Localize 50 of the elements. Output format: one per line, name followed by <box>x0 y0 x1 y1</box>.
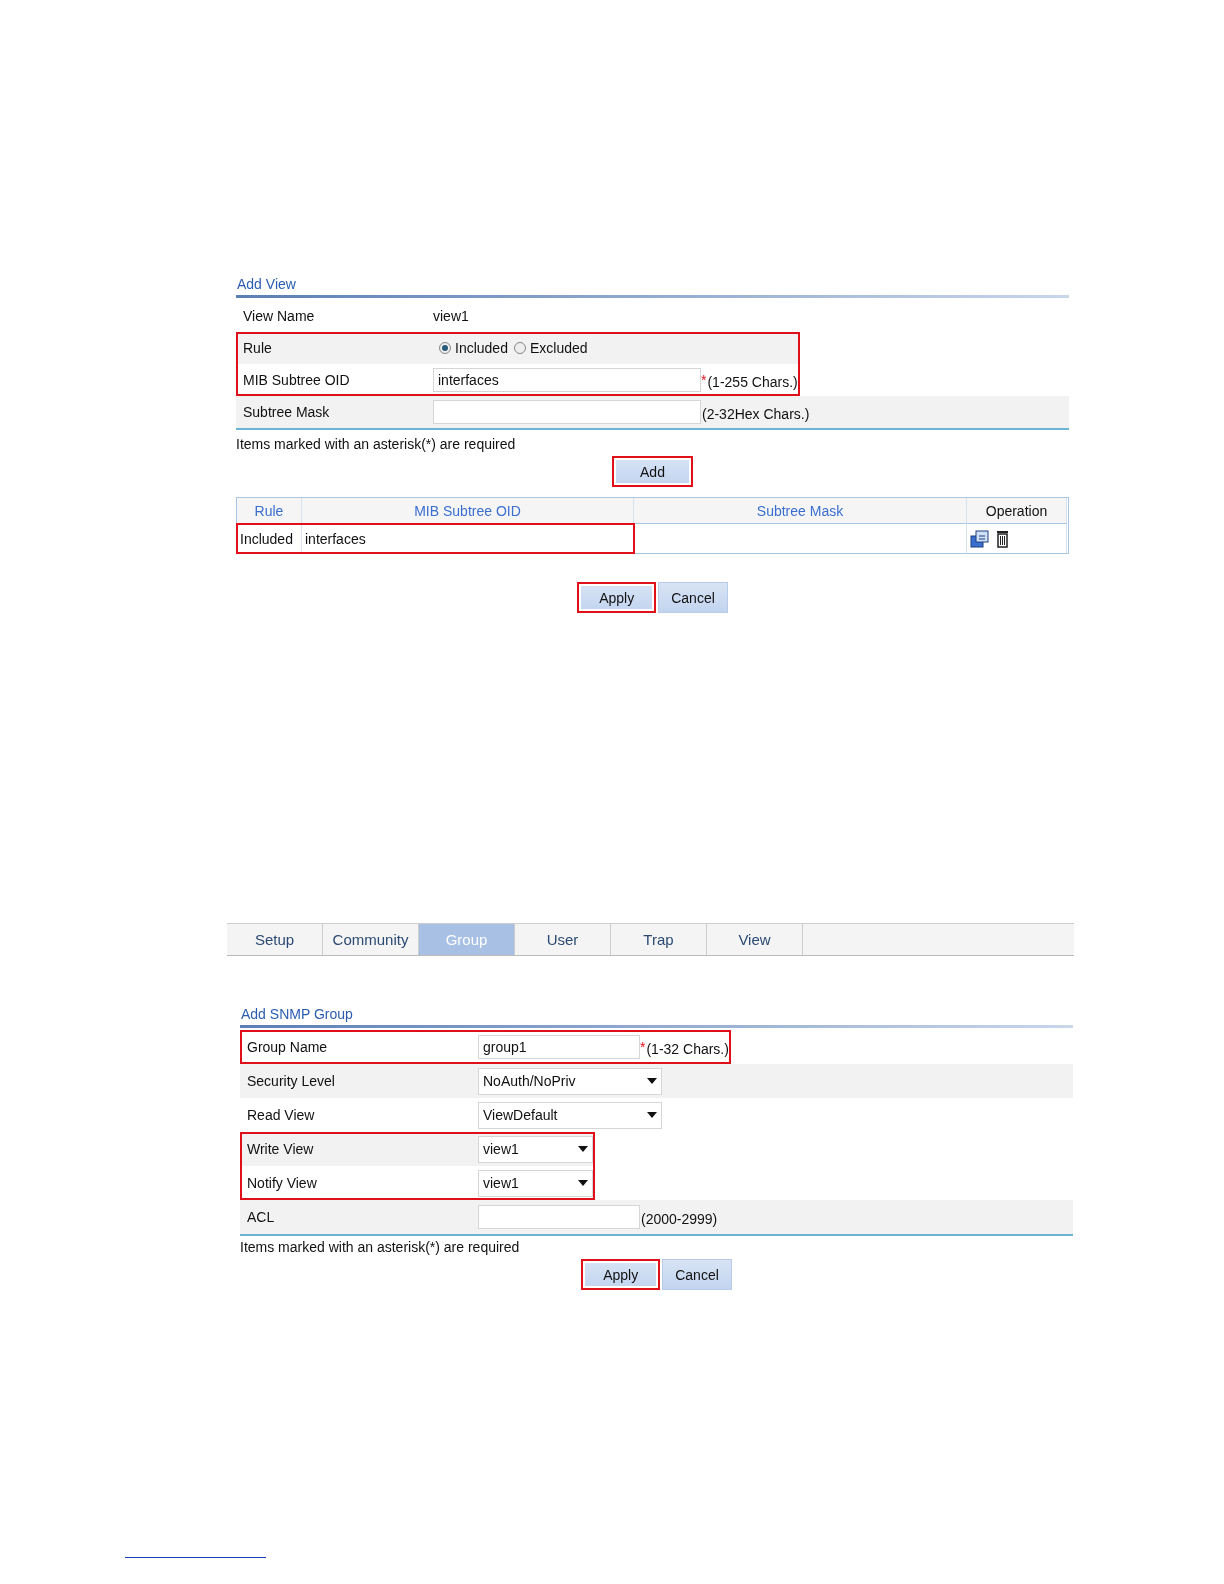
field-label: Notify View <box>246 1175 318 1191</box>
column-header: Operation <box>967 498 1067 524</box>
field-label: ACL <box>246 1209 276 1225</box>
field-hint: (1-32 Chars.) <box>646 1041 729 1057</box>
column-header[interactable]: MIB Subtree OID <box>302 498 634 524</box>
field-hint: (2000-2999) <box>641 1211 718 1227</box>
dropdown-caret-icon <box>647 1078 657 1084</box>
field-label: Security Level <box>246 1073 336 1089</box>
required-note: Items marked with an asterisk(*) are required <box>236 435 517 452</box>
field-label: MIB Subtree OID <box>242 372 351 388</box>
required-note: Items marked with an asterisk(*) are required <box>240 1238 521 1255</box>
field-label: Subtree Mask <box>242 404 331 420</box>
text-field[interactable]: interfaces <box>433 368 701 392</box>
cancel-button[interactable]: Cancel <box>662 1259 732 1290</box>
required-mark: * <box>701 372 707 388</box>
section-title: Add SNMP Group <box>240 1006 354 1024</box>
table-cell: interfaces <box>302 524 634 553</box>
field-value: view1 <box>433 308 469 324</box>
dropdown[interactable]: view1 <box>478 1135 593 1163</box>
cancel-button[interactable]: Cancel <box>658 582 728 613</box>
edit-icon[interactable] <box>970 529 990 548</box>
radio-button[interactable] <box>439 342 451 354</box>
dropdown[interactable]: NoAuth/NoPriv <box>478 1067 662 1095</box>
apply-button[interactable]: Apply <box>581 1259 661 1290</box>
field-label: Read View <box>246 1107 316 1123</box>
field-hint: (2-32Hex Chars.) <box>702 406 810 422</box>
dropdown[interactable]: view1 <box>478 1169 593 1197</box>
radio-label: Included <box>455 340 508 356</box>
dropdown-caret-icon <box>578 1146 588 1152</box>
text-field[interactable] <box>433 400 701 424</box>
section-title: Add View <box>236 276 297 294</box>
trash-icon[interactable] <box>996 529 1009 548</box>
table-cell: Included <box>237 524 302 553</box>
field-label: View Name <box>242 308 316 324</box>
column-header[interactable]: Rule <box>237 498 302 524</box>
field-label: Group Name <box>246 1039 329 1055</box>
text-field[interactable]: group1 <box>478 1035 640 1059</box>
radio-button[interactable] <box>513 342 526 354</box>
field-hint: (1-255 Chars.) <box>707 374 798 390</box>
add-button[interactable]: Add <box>612 456 693 487</box>
required-mark: * <box>640 1039 646 1055</box>
field-label: Write View <box>246 1141 315 1157</box>
apply-button[interactable]: Apply <box>577 582 657 613</box>
text-field[interactable] <box>478 1205 640 1229</box>
field-label: Rule <box>242 340 273 356</box>
radio-label: Excluded <box>529 340 588 356</box>
column-header[interactable]: Subtree Mask <box>634 498 967 524</box>
dropdown-caret-icon <box>647 1112 657 1118</box>
dropdown[interactable]: ViewDefault <box>478 1101 662 1129</box>
dropdown-caret-icon <box>578 1180 588 1186</box>
